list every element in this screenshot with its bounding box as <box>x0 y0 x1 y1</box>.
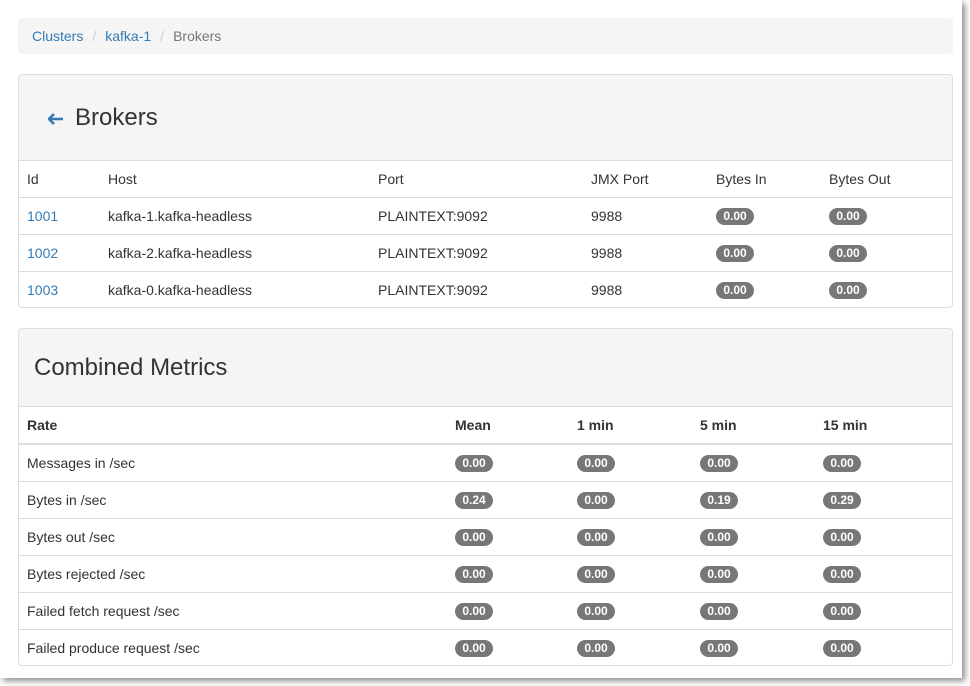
combined-metrics-panel: Combined Metrics Rate Mean 1 min 5 min 1… <box>18 328 953 666</box>
mean-badge: 0.00 <box>455 602 493 620</box>
five-min-badge: 0.00 <box>700 602 738 620</box>
one-min-badge: 0.00 <box>577 565 615 583</box>
five-min-badge: 0.00 <box>700 639 738 657</box>
column-header-id: Id <box>27 170 39 187</box>
five-min-badge: 0.00 <box>700 565 738 583</box>
fifteen-min-badge: 0.00 <box>823 528 861 546</box>
metrics-title: Combined Metrics <box>34 353 228 381</box>
broker-jmx-port: 9988 <box>583 196 708 234</box>
mean-badge: 0.24 <box>455 491 493 509</box>
five-min-badge: 0.00 <box>700 454 738 472</box>
metrics-panel-heading: Combined Metrics <box>19 329 952 407</box>
table-row: Bytes rejected /sec 0.00 0.00 0.00 0.00 <box>19 554 952 592</box>
broker-host: kafka-2.kafka-headless <box>100 233 370 271</box>
broker-jmx-port: 9988 <box>583 270 708 307</box>
table-row: 1003 kafka-0.kafka-headless PLAINTEXT:90… <box>19 270 952 307</box>
one-min-badge: 0.00 <box>577 528 615 546</box>
column-header-1-min: 1 min <box>577 417 614 433</box>
mean-badge: 0.00 <box>455 639 493 657</box>
brokers-title: Brokers <box>75 103 158 131</box>
column-header-mean: Mean <box>455 417 491 433</box>
broker-host: kafka-0.kafka-headless <box>100 270 370 307</box>
metric-rate-label: Failed produce request /sec <box>19 628 447 665</box>
left-arrow-icon[interactable] <box>47 112 64 125</box>
column-header-bytes-in: Bytes In <box>716 170 767 187</box>
breadcrumb-cluster-link[interactable]: kafka-1 <box>105 28 151 44</box>
column-header-rate: Rate <box>27 417 58 433</box>
metrics-table: Rate Mean 1 min 5 min 15 min Messages in… <box>19 407 952 665</box>
column-header-port: Port <box>378 170 404 187</box>
one-min-badge: 0.00 <box>577 454 615 472</box>
five-min-badge: 0.00 <box>700 528 738 546</box>
bytes-out-badge: 0.00 <box>829 281 867 299</box>
fifteen-min-badge: 0.00 <box>823 565 861 583</box>
broker-port: PLAINTEXT:9092 <box>370 196 583 234</box>
breadcrumb: Clusters / kafka-1 / Brokers <box>18 18 953 54</box>
table-row: 1002 kafka-2.kafka-headless PLAINTEXT:90… <box>19 233 952 271</box>
column-header-bytes-out: Bytes Out <box>829 170 891 187</box>
table-row: Bytes out /sec 0.00 0.00 0.00 0.00 <box>19 517 952 555</box>
table-row: Failed fetch request /sec 0.00 0.00 0.00… <box>19 591 952 629</box>
table-row: Bytes in /sec 0.24 0.00 0.19 0.29 <box>19 480 952 518</box>
metric-rate-label: Bytes in /sec <box>19 480 447 518</box>
fifteen-min-badge: 0.00 <box>823 639 861 657</box>
brokers-table: Id Host Port JMX Port Bytes In Bytes Out… <box>19 161 952 307</box>
column-header-15-min: 15 min <box>823 417 868 433</box>
one-min-badge: 0.00 <box>577 602 615 620</box>
one-min-badge: 0.00 <box>577 491 615 509</box>
bytes-out-badge: 0.00 <box>829 207 867 225</box>
bytes-out-badge: 0.00 <box>829 244 867 262</box>
fifteen-min-badge: 0.00 <box>823 602 861 620</box>
five-min-badge: 0.19 <box>700 491 738 509</box>
brokers-header-row: Id Host Port JMX Port Bytes In Bytes Out <box>19 161 952 197</box>
mean-badge: 0.00 <box>455 454 493 472</box>
bytes-in-badge: 0.00 <box>716 207 754 225</box>
table-row: Failed produce request /sec 0.00 0.00 0.… <box>19 628 952 665</box>
metric-rate-label: Messages in /sec <box>27 454 136 471</box>
column-header-jmx-port: JMX Port <box>591 170 649 187</box>
column-header-5-min: 5 min <box>700 417 737 433</box>
breadcrumb-separator: / <box>92 28 97 44</box>
broker-id-link[interactable]: 1001 <box>27 208 58 224</box>
column-header-host: Host <box>108 170 137 187</box>
metric-rate-label: Bytes out /sec <box>19 517 447 555</box>
fifteen-min-badge: 0.00 <box>823 454 861 472</box>
metrics-header-row: Rate Mean 1 min 5 min 15 min <box>19 407 952 444</box>
table-row: 1001 kafka-1.kafka-headless PLAINTEXT:90… <box>19 196 952 234</box>
brokers-panel: Brokers Id Host Port JMX Port Bytes In B… <box>18 74 953 308</box>
broker-port: PLAINTEXT:9092 <box>370 270 583 307</box>
bytes-in-badge: 0.00 <box>716 244 754 262</box>
bytes-in-badge: 0.00 <box>716 281 754 299</box>
mean-badge: 0.00 <box>455 565 493 583</box>
breadcrumb-clusters-link[interactable]: Clusters <box>32 28 83 44</box>
broker-id-link[interactable]: 1002 <box>27 245 58 261</box>
metric-rate-label: Bytes rejected /sec <box>19 554 447 592</box>
broker-host: kafka-1.kafka-headless <box>100 196 370 234</box>
mean-badge: 0.00 <box>455 528 493 546</box>
table-row: Messages in /sec 0.00 0.00 0.00 0.00 <box>19 444 952 481</box>
broker-jmx-port: 9988 <box>583 233 708 271</box>
metric-rate-label: Failed fetch request /sec <box>19 591 447 629</box>
broker-id-link[interactable]: 1003 <box>27 282 58 298</box>
page-frame: Clusters / kafka-1 / Brokers Brokers Id … <box>0 0 962 678</box>
breadcrumb-current: Brokers <box>173 28 222 44</box>
fifteen-min-badge: 0.29 <box>823 491 861 509</box>
breadcrumb-separator: / <box>160 28 165 44</box>
one-min-badge: 0.00 <box>577 639 615 657</box>
brokers-panel-heading: Brokers <box>19 75 952 161</box>
broker-port: PLAINTEXT:9092 <box>370 233 583 271</box>
